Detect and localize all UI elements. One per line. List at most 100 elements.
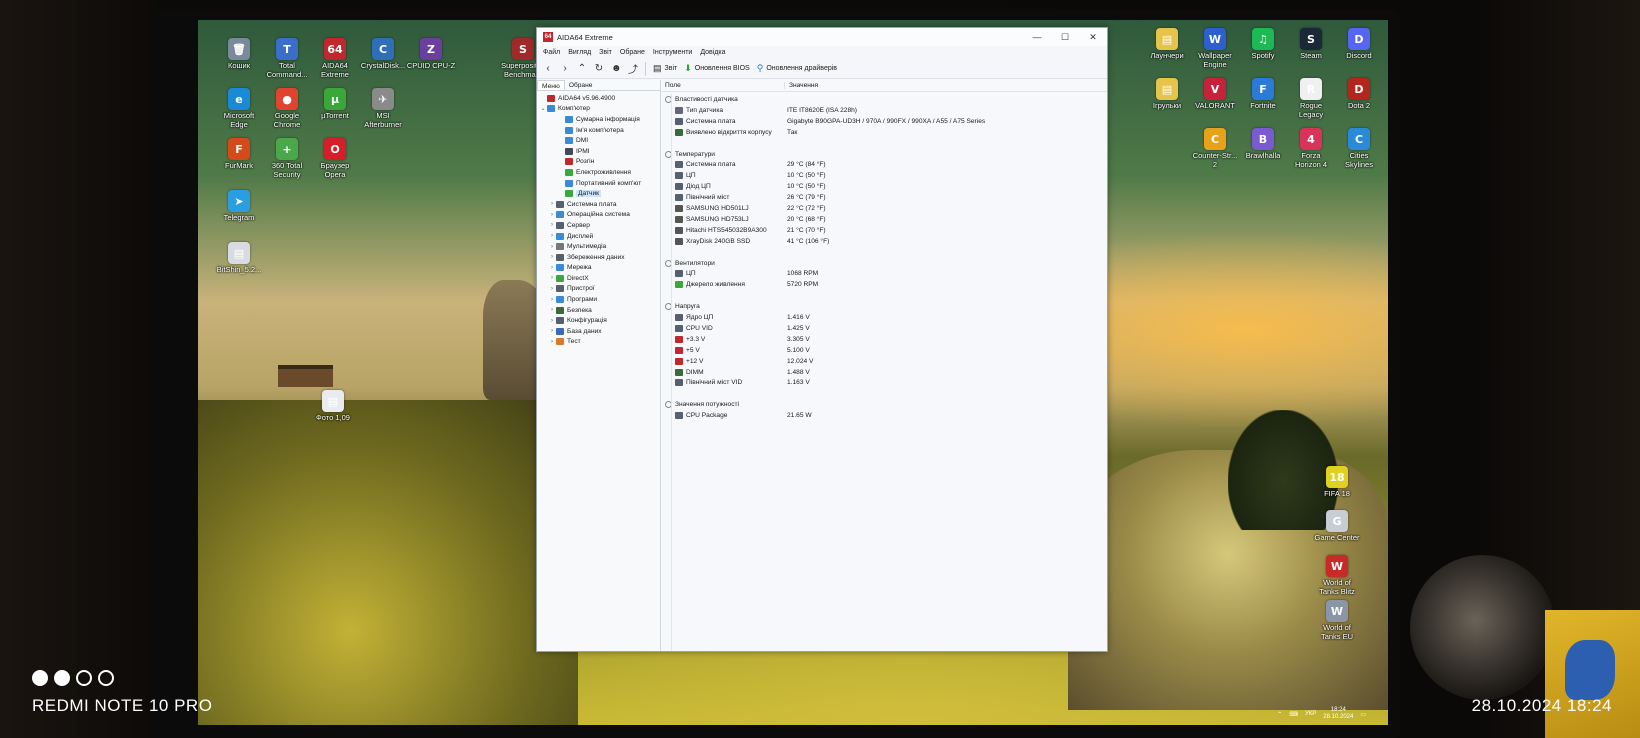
- tree-item[interactable]: Електроживлення: [537, 167, 660, 178]
- tree-item[interactable]: ⌄ Комп'ютер: [537, 104, 660, 115]
- tree-item[interactable]: › Операційна система: [537, 210, 660, 221]
- expand-icon[interactable]: ›: [548, 265, 556, 271]
- driver-update-button[interactable]: ⚲ Оновлення драйверів: [757, 63, 837, 74]
- tree-item[interactable]: › Мережа: [537, 263, 660, 274]
- sensor-row[interactable]: Ядро ЦП 1.416 V: [661, 312, 1107, 323]
- expand-icon[interactable]: ›: [548, 318, 556, 324]
- maximize-button[interactable]: ☐: [1051, 32, 1079, 43]
- expand-icon[interactable]: ›: [548, 222, 556, 228]
- desktop-icon[interactable]: W World of Tanks Blitz: [1308, 555, 1366, 596]
- tree-item[interactable]: Портативний комп'ют: [537, 178, 660, 189]
- tree-item[interactable]: › Тест: [537, 337, 660, 348]
- desktop-icon[interactable]: D Dota 2: [1330, 78, 1388, 111]
- menu-report[interactable]: Звіт: [599, 49, 612, 56]
- desktop-icon[interactable]: ➤ Telegram: [210, 190, 268, 223]
- menu-file[interactable]: Файл: [543, 49, 560, 56]
- desktop-icon[interactable]: C Cities Skylines: [1330, 128, 1388, 169]
- tree-item[interactable]: › Дисплей: [537, 231, 660, 242]
- column-field[interactable]: Поле: [661, 82, 785, 89]
- expand-icon[interactable]: ›: [548, 254, 556, 260]
- desktop-icon[interactable]: D Discord: [1330, 28, 1388, 61]
- tree-item[interactable]: IPMI: [537, 146, 660, 157]
- desktop-icon[interactable]: ✈ MSI Afterburner: [354, 88, 412, 129]
- expand-icon[interactable]: ›: [548, 286, 556, 292]
- sensor-row[interactable]: Системна плата 29 °C (84 °F): [661, 159, 1107, 170]
- sensor-row[interactable]: Джерело живлення 5720 RPM: [661, 279, 1107, 290]
- expand-icon[interactable]: ›: [548, 212, 556, 218]
- tree-item[interactable]: › Сервер: [537, 220, 660, 231]
- sensor-row[interactable]: SAMSUNG HD753LJ 20 °C (68 °F): [661, 214, 1107, 225]
- title-bar[interactable]: 64 AIDA64 Extreme — ☐ ✕: [537, 28, 1107, 46]
- report-button[interactable]: ▤ Звіт: [653, 63, 677, 74]
- sensor-row[interactable]: Виявлено відкриття корпусу Так: [661, 127, 1107, 138]
- tree-item[interactable]: › Пристрої: [537, 284, 660, 295]
- section-header[interactable]: Напруга: [661, 301, 1107, 312]
- keyboard-icon[interactable]: ⌨: [1289, 711, 1298, 718]
- desktop-icon[interactable]: O Браузер Opera: [306, 138, 364, 179]
- sensor-row[interactable]: SAMSUNG HD501LJ 22 °C (72 °F): [661, 203, 1107, 214]
- sensor-row[interactable]: CPU Package 21.65 W: [661, 410, 1107, 421]
- tab-favorites[interactable]: Обране: [565, 80, 597, 90]
- expand-icon[interactable]: ›: [548, 275, 556, 281]
- menu-help[interactable]: Довідка: [700, 49, 725, 56]
- sensor-row[interactable]: ЦП 1068 RPM: [661, 268, 1107, 279]
- desktop-icon[interactable]: ▤ BitShin_5.2...: [210, 242, 268, 275]
- tree-item[interactable]: › Системна плата: [537, 199, 660, 210]
- up-icon[interactable]: ⌃: [577, 63, 587, 74]
- expand-icon[interactable]: ›: [548, 339, 556, 345]
- sensor-row[interactable]: Діод ЦП 10 °C (50 °F): [661, 181, 1107, 192]
- expand-icon[interactable]: ›: [548, 297, 556, 303]
- chart-icon[interactable]: ⤴: [628, 61, 638, 76]
- expand-icon[interactable]: ›: [548, 328, 556, 334]
- tree-item[interactable]: DMI: [537, 135, 660, 146]
- tree-item[interactable]: AIDA64 v5.96.4900: [537, 93, 660, 104]
- user-icon[interactable]: ☻: [611, 63, 622, 74]
- sensor-row[interactable]: XrayDisk 240GB SSD 41 °C (106 °F): [661, 236, 1107, 247]
- tree-item[interactable]: Сумарна інформація: [537, 114, 660, 125]
- menu-tools[interactable]: Інструменти: [653, 49, 692, 56]
- tree-item[interactable]: › Програми: [537, 294, 660, 305]
- sensor-row[interactable]: CPU VID 1.425 V: [661, 323, 1107, 334]
- menu-favorites[interactable]: Обране: [620, 49, 645, 56]
- expand-icon[interactable]: ›: [548, 244, 556, 250]
- bios-update-button[interactable]: ⬇ Оновлення BIOS: [684, 63, 749, 74]
- expand-icon[interactable]: ›: [548, 233, 556, 239]
- sensor-row[interactable]: DIMM 1.488 V: [661, 367, 1107, 378]
- tree-item[interactable]: › DirectX: [537, 273, 660, 284]
- forward-icon[interactable]: ›: [560, 63, 570, 74]
- tree-item[interactable]: › Збереження даних: [537, 252, 660, 263]
- tree-item[interactable]: Датчик: [537, 188, 660, 199]
- sensor-row[interactable]: +12 V 12.024 V: [661, 356, 1107, 367]
- section-header[interactable]: Вентилятори: [661, 258, 1107, 269]
- desktop-icon[interactable]: ▤ Фото 1,09: [304, 390, 362, 423]
- sensor-row[interactable]: +5 V 5.100 V: [661, 345, 1107, 356]
- expand-icon[interactable]: ⌄: [539, 105, 547, 112]
- section-header[interactable]: Значення потужності: [661, 399, 1107, 410]
- tree-item[interactable]: › База даних: [537, 326, 660, 337]
- chevron-up-icon[interactable]: ⌃: [1277, 711, 1282, 718]
- section-header[interactable]: Температури: [661, 149, 1107, 160]
- column-value[interactable]: Значення: [785, 82, 818, 89]
- refresh-icon[interactable]: ↻: [594, 63, 604, 74]
- sensor-row[interactable]: ЦП 10 °C (50 °F): [661, 170, 1107, 181]
- expand-icon[interactable]: ›: [548, 307, 556, 313]
- tree-item[interactable]: › Конфігурація: [537, 315, 660, 326]
- tree-item[interactable]: › Мультимедіа: [537, 241, 660, 252]
- back-icon[interactable]: ‹: [543, 63, 553, 74]
- desktop-icon[interactable]: Z CPUID CPU-Z: [402, 38, 460, 71]
- sensor-row[interactable]: Північний міст VID 1.163 V: [661, 377, 1107, 388]
- tree-item[interactable]: Розгін: [537, 157, 660, 168]
- menu-view[interactable]: Вигляд: [568, 49, 591, 56]
- sensor-row[interactable]: +3.3 V 3.305 V: [661, 334, 1107, 345]
- tree-item[interactable]: › Безпека: [537, 305, 660, 316]
- notification-icon[interactable]: ▭: [1360, 711, 1366, 718]
- desktop-icon[interactable]: G Game Center: [1308, 510, 1366, 543]
- section-header[interactable]: Властивості датчика: [661, 94, 1107, 105]
- desktop-icon[interactable]: 18 FIFA 18: [1308, 466, 1366, 499]
- tab-menu[interactable]: Меню: [537, 80, 565, 90]
- sensor-row[interactable]: Системна плата Gigabyte B90GPA-UD3H / 970…: [661, 116, 1107, 127]
- taskbar-clock[interactable]: 18:24 28.10.2024: [1323, 707, 1353, 721]
- tree-item[interactable]: Ім'я комп'ютера: [537, 125, 660, 136]
- language-indicator[interactable]: УКР: [1305, 711, 1316, 717]
- sensor-row[interactable]: Hitachi HTS545032B9A300 21 °C (70 °F): [661, 225, 1107, 236]
